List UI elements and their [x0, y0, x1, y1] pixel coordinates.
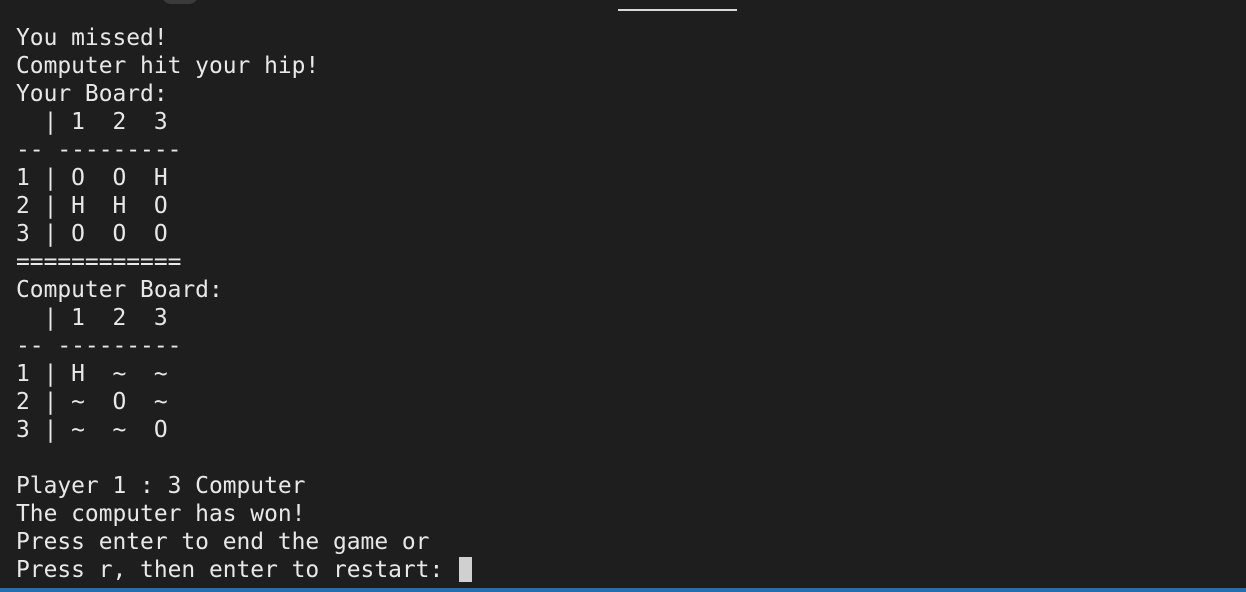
- terminal-output: You missed! Computer hit your hip! Your …: [16, 24, 473, 584]
- your-board-row-2: 2 | H H O: [16, 193, 168, 219]
- computer-board-header: | 1 2 3: [16, 305, 168, 331]
- message-line-computer-hit: Computer hit your hip!: [16, 53, 320, 79]
- computer-board-title: Computer Board:: [16, 277, 223, 303]
- score-line: Player 1 : 3 Computer: [16, 473, 306, 499]
- your-board-header: | 1 2 3: [16, 109, 168, 135]
- computer-board-row-3: 3 | ~ ~ O: [16, 417, 168, 443]
- your-board-title: Your Board:: [16, 81, 168, 107]
- your-board-row-1: 1 | O O H: [16, 165, 168, 191]
- message-line-miss: You missed!: [16, 25, 168, 51]
- text-cursor[interactable]: [459, 557, 473, 582]
- status-bar: [0, 588, 1246, 592]
- result-line: The computer has won!: [16, 501, 306, 527]
- scroll-handle[interactable]: [162, 0, 198, 4]
- active-tab-indicator: [618, 9, 737, 11]
- terminal-window[interactable]: You missed! Computer hit your hip! Your …: [0, 0, 1246, 592]
- prompt-line[interactable]: Press r, then enter to restart:: [16, 556, 473, 584]
- board-separator: ============: [16, 249, 182, 275]
- your-board-divider: -- ---------: [16, 137, 182, 163]
- computer-board-row-1: 1 | H ~ ~: [16, 361, 168, 387]
- instruction-line: Press enter to end the game or: [16, 529, 430, 555]
- prompt-text: Press r, then enter to restart:: [16, 557, 458, 583]
- computer-board-row-2: 2 | ~ O ~: [16, 389, 168, 415]
- computer-board-divider: -- ---------: [16, 333, 182, 359]
- your-board-row-3: 3 | O O O: [16, 221, 168, 247]
